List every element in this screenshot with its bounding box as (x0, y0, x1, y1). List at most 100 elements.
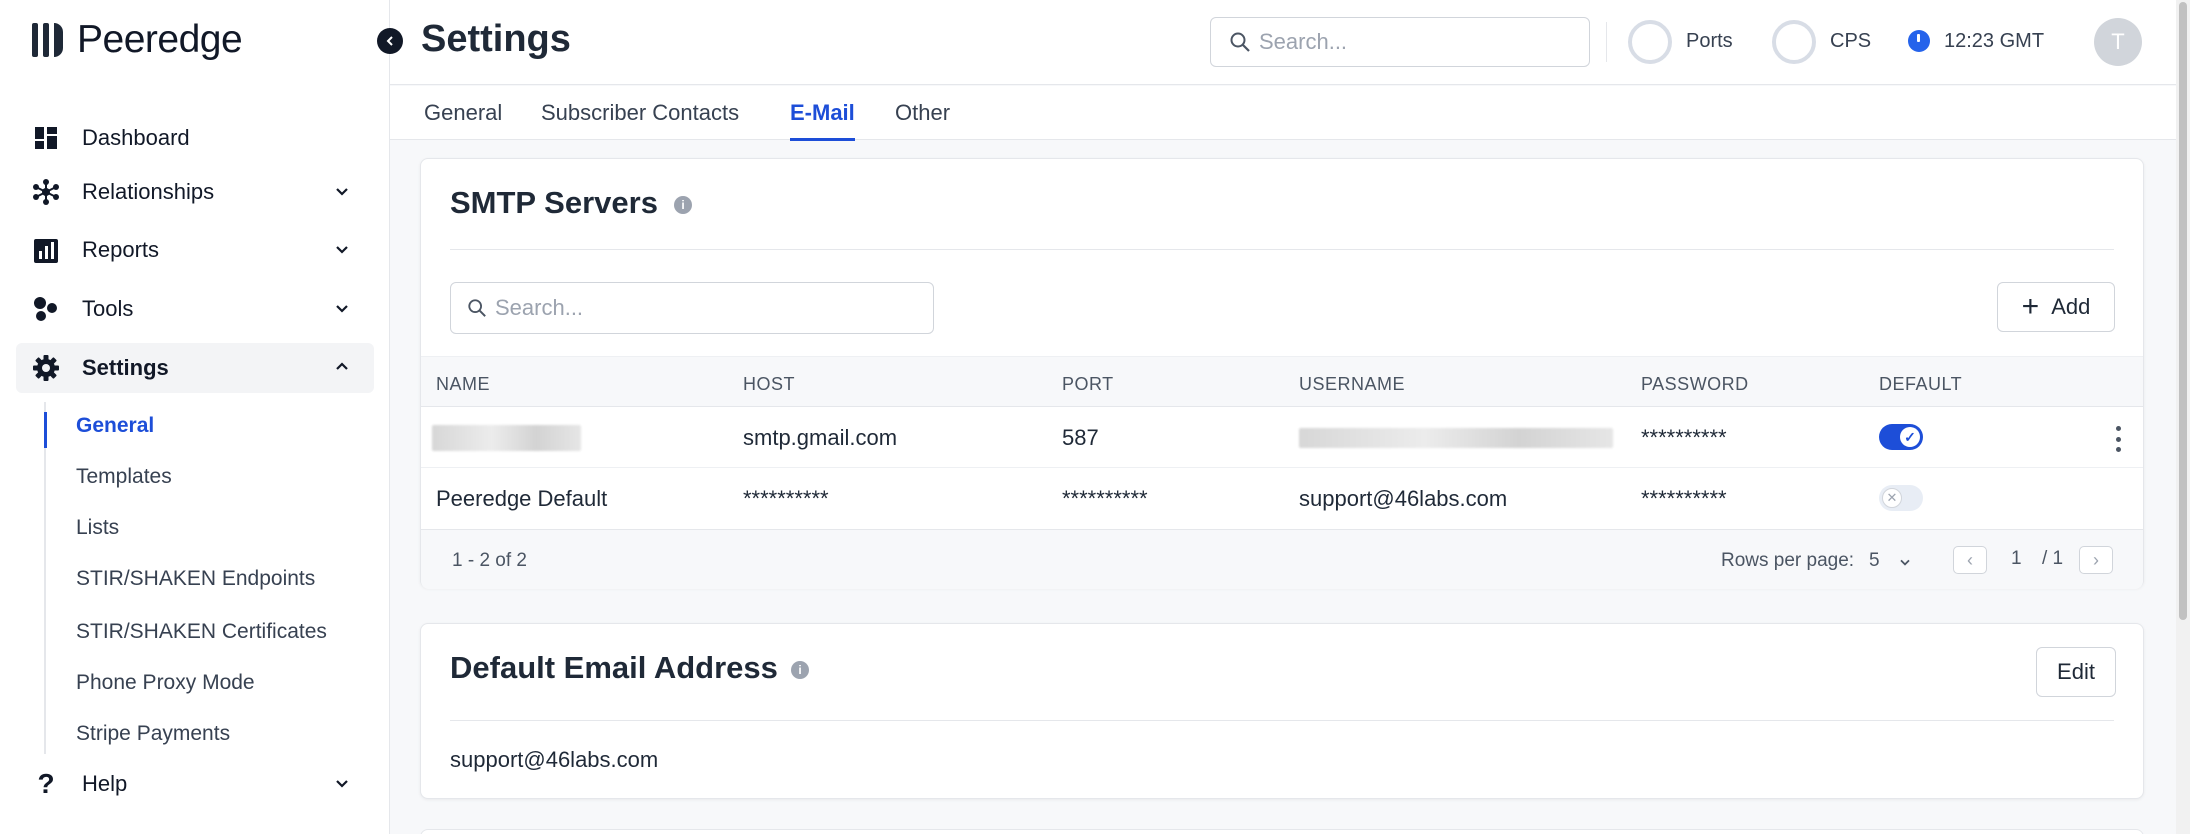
sidebar-item-label: Settings (82, 355, 169, 380)
edit-button[interactable]: Edit (2036, 647, 2116, 697)
submenu-item-general[interactable]: General (76, 414, 154, 438)
info-icon[interactable]: i (791, 661, 809, 679)
chevron-down-icon (336, 305, 348, 313)
sidebar-item-help[interactable]: ? Help (16, 759, 374, 809)
smtp-search[interactable] (450, 282, 934, 334)
search-input[interactable] (1259, 29, 1579, 55)
chevron-up-icon (336, 362, 348, 370)
logo-text: Peeredge (77, 18, 243, 61)
avatar[interactable]: T (2094, 18, 2142, 66)
sidebar-item-relationships[interactable]: Relationships (16, 167, 374, 217)
range-text: 1 - 2 of 2 (452, 550, 527, 571)
dashboard-icon (32, 124, 60, 152)
global-search[interactable] (1210, 17, 1590, 67)
page-title: Settings (421, 18, 571, 60)
clock-time: 12:23 GMT (1944, 30, 2045, 52)
page-total: / 1 (2042, 548, 2064, 569)
cps-meter-icon[interactable] (1772, 20, 1816, 64)
search-icon (1230, 32, 1250, 52)
check-icon: ✓ (1900, 427, 1920, 447)
cell-name: Peeredge Default (436, 486, 608, 511)
chevron-down-icon[interactable] (1897, 554, 1913, 570)
default-toggle[interactable]: ✕ (1879, 485, 1923, 511)
search-input[interactable] (495, 295, 915, 321)
active-indicator (44, 412, 47, 448)
sidebar: Peeredge Dashboard Relationships Reports (0, 0, 390, 834)
submenu-item-templates[interactable]: Templates (76, 465, 172, 489)
submenu-item-stripe-payments[interactable]: Stripe Payments (76, 722, 230, 746)
collapse-sidebar-button[interactable] (377, 28, 403, 54)
sidebar-item-dashboard[interactable]: Dashboard (16, 113, 374, 163)
sidebar-item-reports[interactable]: Reports (16, 225, 374, 275)
help-icon: ? (37, 768, 55, 799)
more-options-icon[interactable] (2115, 426, 2121, 452)
ports-label: Ports (1686, 30, 1733, 52)
table-pagination: 1 - 2 of 2 Rows per page: 5 ‹ 1 / 1 › (421, 529, 2143, 589)
prev-page-button[interactable]: ‹ (1953, 546, 1987, 574)
submenu-item-phone-proxy-mode[interactable]: Phone Proxy Mode (76, 671, 255, 695)
default-toggle[interactable]: ✓ (1879, 424, 1923, 450)
submenu-item-stir-shaken-endpoints[interactable]: STIR/SHAKEN Endpoints (76, 567, 315, 591)
divider (1606, 22, 1607, 62)
tab-subscriber-contacts[interactable]: Subscriber Contacts (541, 100, 739, 138)
cell-port: 587 (1062, 425, 1099, 450)
sidebar-item-label: Relationships (82, 179, 215, 204)
table-row[interactable]: Peeredge Default ********** ********** s… (421, 468, 2143, 529)
settings-submenu: General Templates Lists STIR/SHAKEN Endp… (44, 402, 327, 754)
default-email-value: support@46labs.com (450, 747, 659, 772)
add-smtp-button[interactable]: + Add (1997, 282, 2115, 332)
divider (450, 249, 2114, 250)
column-header-port[interactable]: PORT (1062, 374, 1114, 395)
plus-icon: + (2021, 290, 2040, 323)
page-scrollbar[interactable] (2176, 0, 2190, 834)
redacted-name (432, 425, 581, 451)
cell-host: ********** (743, 486, 829, 511)
tab-general[interactable]: General (424, 100, 502, 138)
column-header-username[interactable]: USERNAME (1299, 374, 1405, 395)
table-row[interactable]: smtp.gmail.com 587 ********** ✓ (421, 407, 2143, 468)
column-header-host[interactable]: HOST (743, 374, 795, 395)
next-card-edge (420, 829, 2144, 834)
tools-icon (32, 295, 60, 323)
reports-icon (32, 236, 60, 264)
rows-per-page-select[interactable]: 5 (1869, 550, 1880, 572)
next-page-button[interactable]: › (2079, 546, 2113, 574)
sidebar-item-label: Reports (82, 237, 160, 262)
scrollbar-thumb[interactable] (2179, 2, 2187, 620)
submenu-item-stir-shaken-certificates[interactable]: STIR/SHAKEN Certificates (76, 620, 327, 644)
topbar: Settings Ports CPS 12:23 GMT T (390, 0, 2190, 85)
table-header: NAME HOST PORT USERNAME PASSWORD DEFAULT (421, 356, 2143, 407)
app-root: Peeredge Dashboard Relationships Reports (0, 0, 2190, 834)
sidebar-item-label: Dashboard (82, 125, 190, 150)
sidebar-item-label: Tools (82, 296, 134, 321)
logo-icon (32, 23, 63, 57)
divider (450, 720, 2114, 721)
column-header-name[interactable]: NAME (436, 374, 490, 395)
redacted-username (1299, 428, 1613, 448)
cell-password: ********** (1641, 425, 1727, 450)
cell-host: smtp.gmail.com (743, 425, 898, 450)
sidebar-item-label: Help (82, 771, 128, 796)
cell-username: support@46labs.com (1299, 486, 1508, 511)
ports-meter-icon[interactable] (1628, 20, 1672, 64)
chevron-down-icon (336, 188, 348, 196)
current-page[interactable]: 1 (2011, 548, 2022, 570)
tab-other[interactable]: Other (895, 100, 950, 138)
relationships-icon (32, 178, 60, 206)
sidebar-item-tools[interactable]: Tools (16, 284, 374, 334)
tab-email[interactable]: E-Mail (790, 100, 855, 141)
close-icon: ✕ (1882, 488, 1902, 508)
sidebar-item-settings[interactable]: Settings (16, 343, 374, 393)
submenu-item-lists[interactable]: Lists (76, 516, 119, 540)
smtp-servers-card: SMTP Servers i + Add NAME HOST PORT USER… (420, 158, 2144, 589)
info-icon[interactable]: i (674, 196, 692, 214)
search-icon (468, 299, 486, 317)
add-button-label: Add (2051, 294, 2091, 319)
column-header-default[interactable]: DEFAULT (1879, 374, 1962, 395)
settings-tabs: General Subscriber Contacts E-Mail Other (390, 86, 2190, 141)
logo[interactable]: Peeredge (32, 18, 243, 62)
gear-icon (32, 354, 60, 382)
chevron-down-icon (336, 246, 348, 254)
column-header-password[interactable]: PASSWORD (1641, 374, 1749, 395)
cell-password: ********** (1641, 486, 1727, 511)
